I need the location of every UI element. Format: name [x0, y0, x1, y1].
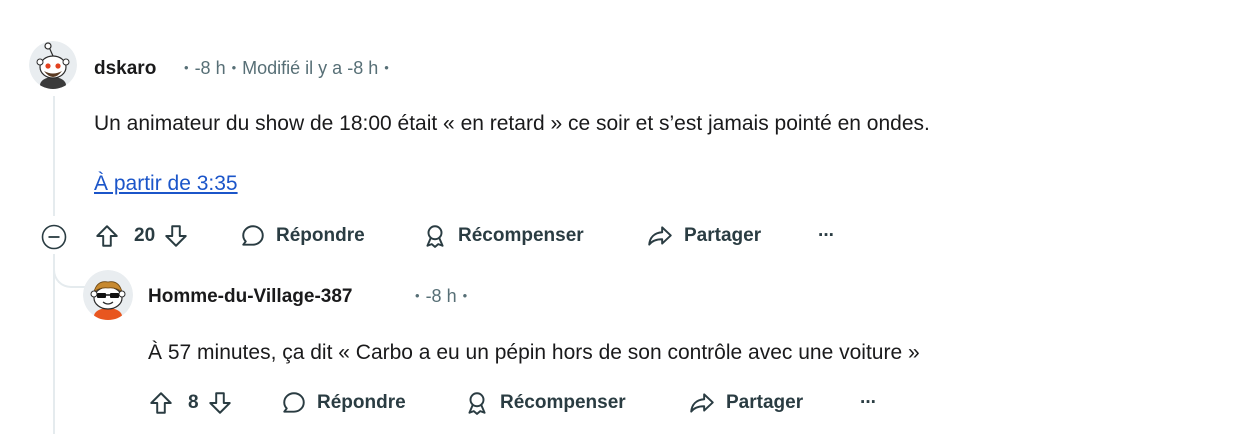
- minus-circle-icon: [41, 224, 67, 250]
- timestamp[interactable]: -8 h: [426, 286, 457, 306]
- collapse-thread-button[interactable]: [41, 224, 67, 250]
- reply-label: Répondre: [276, 225, 365, 246]
- comment-bubble-icon: [281, 390, 307, 416]
- more-icon: ···: [818, 225, 835, 246]
- edited-label: Modifié il y a -8 h: [242, 58, 379, 78]
- separator-dot: •: [184, 60, 189, 75]
- award-label: Récompenser: [458, 225, 584, 246]
- comment-meta: • -8 h •: [409, 286, 473, 307]
- thread-line: [53, 96, 55, 216]
- username[interactable]: dskaro: [94, 58, 156, 80]
- share-arrow-icon: [688, 390, 716, 416]
- reply-button[interactable]: Répondre: [240, 222, 365, 250]
- username[interactable]: Homme-du-Village-387: [148, 286, 352, 308]
- reply-button[interactable]: Répondre: [281, 389, 406, 417]
- award-icon: [422, 223, 448, 249]
- comment-meta: • -8 h • Modifié il y a -8 h •: [178, 58, 395, 79]
- thread-line: [53, 254, 55, 434]
- separator-dot: •: [415, 288, 420, 303]
- timestamp[interactable]: -8 h: [195, 58, 226, 78]
- timestamp-link[interactable]: À partir de 3:35: [94, 172, 238, 196]
- separator-dot: •: [384, 60, 389, 75]
- award-icon: [464, 390, 490, 416]
- thread-branch-line: [53, 254, 85, 288]
- vote-controls: 20: [94, 222, 189, 250]
- share-button[interactable]: Partager: [646, 222, 761, 250]
- award-button[interactable]: Récompenser: [464, 389, 626, 417]
- share-label: Partager: [726, 392, 804, 413]
- share-label: Partager: [684, 225, 762, 246]
- more-options-button[interactable]: ···: [818, 222, 835, 250]
- comment-bubble-icon: [240, 223, 266, 249]
- award-button[interactable]: Récompenser: [422, 222, 584, 250]
- upvote-icon[interactable]: [94, 223, 120, 249]
- upvote-icon[interactable]: [148, 390, 174, 416]
- downvote-icon[interactable]: [207, 390, 233, 416]
- comment-body: Un animateur du show de 18:00 était « en…: [94, 112, 930, 135]
- separator-dot: •: [231, 60, 237, 75]
- comment-body: À 57 minutes, ça dit « Carbo a eu un pép…: [148, 341, 920, 364]
- award-label: Récompenser: [500, 392, 626, 413]
- share-button[interactable]: Partager: [688, 389, 803, 417]
- share-arrow-icon: [646, 223, 674, 249]
- separator-dot: •: [462, 288, 468, 303]
- avatar[interactable]: [29, 41, 77, 89]
- more-icon: ···: [860, 392, 877, 413]
- avatar[interactable]: [83, 270, 133, 320]
- downvote-icon[interactable]: [163, 223, 189, 249]
- more-options-button[interactable]: ···: [860, 389, 877, 417]
- reply-label: Répondre: [317, 392, 406, 413]
- vote-controls: 8: [148, 389, 233, 417]
- vote-count: 8: [188, 392, 199, 413]
- vote-count: 20: [134, 225, 156, 246]
